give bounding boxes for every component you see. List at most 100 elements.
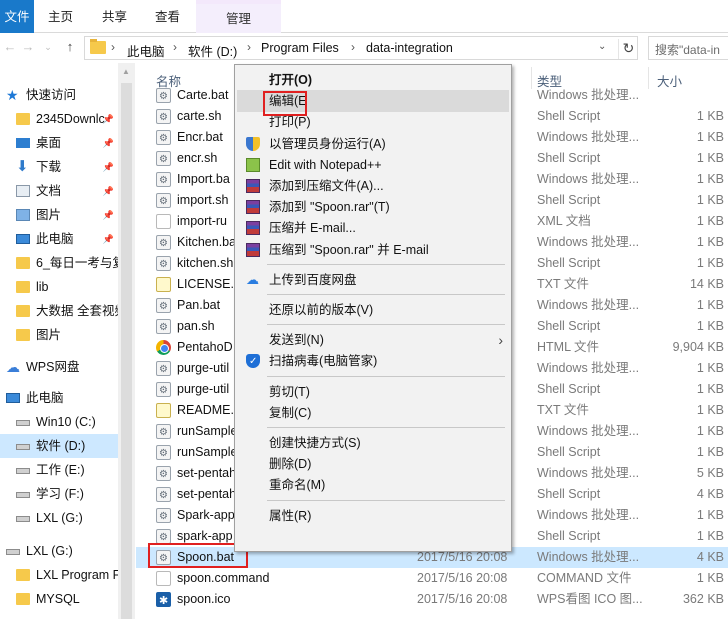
file-type: Shell Script	[537, 445, 601, 459]
nav-item[interactable]: MYSQL	[0, 587, 118, 611]
nav-item[interactable]: ★ 快速访问	[0, 83, 118, 107]
batch-file-icon	[156, 128, 171, 149]
chevron-right-icon[interactable]: ›	[111, 40, 115, 54]
scrollbar-thumb[interactable]	[121, 83, 132, 619]
menu-item[interactable]: 重命名(M)	[237, 474, 509, 496]
nav-item-label: 工作 (E:)	[36, 463, 85, 477]
breadcrumb-drive-d[interactable]: 软件 (D:)	[188, 41, 237, 60]
file-type: Shell Script	[537, 151, 601, 165]
menu-item[interactable]: 复制(C)	[237, 402, 509, 424]
refresh-icon[interactable]: ↻	[618, 39, 638, 59]
nav-item[interactable]: LXL Program F	[0, 563, 118, 587]
nav-item[interactable]: 文档 📌	[0, 179, 118, 203]
menu-separator	[267, 294, 505, 295]
nav-item[interactable]: 大数据 全套视频	[0, 299, 118, 323]
navigation-bar: ← → ⌄ ↑ › 此电脑 › 软件 (D:) › Program Files …	[0, 33, 728, 63]
nav-item[interactable]: 桌面 📌	[0, 131, 118, 155]
menu-item[interactable]: 属性(R)	[237, 505, 509, 527]
batch-file-icon	[156, 107, 171, 128]
pin-icon: 📌	[102, 162, 114, 172]
menu-item-label: 发送到(N)	[269, 333, 324, 348]
nav-item-label: LXL Program F	[36, 568, 118, 582]
nav-item[interactable]: ☁ WPS网盘	[0, 355, 118, 379]
menu-item[interactable]: Edit with Notepad++	[237, 154, 509, 176]
menu-item[interactable]: ☁ 上传到百度网盘	[237, 269, 509, 291]
menu-item[interactable]: 以管理员身份运行(A)	[237, 133, 509, 155]
address-bar[interactable]: › 此电脑 › 软件 (D:) › Program Files › data-i…	[84, 36, 638, 60]
chevron-right-icon[interactable]: ›	[173, 40, 177, 54]
file-row[interactable]: spoon.command 2017/5/16 20:08 COMMAND 文件 1 …	[136, 568, 728, 589]
document-icon	[156, 571, 171, 586]
menu-item[interactable]: 剪切(T)	[237, 381, 509, 403]
tab-file[interactable]: 文件	[0, 0, 34, 33]
nav-item[interactable]: Win10 (C:)	[0, 410, 118, 434]
menu-item[interactable]: 压缩并 E-mail...	[237, 217, 509, 239]
batch-file-icon	[156, 233, 171, 254]
menu-item-label: 属性(R)	[269, 508, 312, 523]
cloud-icon: ☁	[6, 359, 20, 375]
batch-file-icon	[156, 527, 171, 548]
menu-item[interactable]: 打开(O)	[237, 69, 509, 91]
chevron-right-icon[interactable]: ›	[247, 40, 251, 54]
nav-item-label: 快速访问	[26, 88, 77, 102]
chevron-right-icon[interactable]: ›	[351, 40, 355, 54]
nav-item[interactable]: LXL (G:)	[0, 506, 118, 530]
breadcrumb-this-pc[interactable]: 此电脑	[127, 41, 165, 60]
recent-dropdown-icon[interactable]: ⌄	[40, 39, 56, 55]
file-date: 2017/5/16 20:08	[417, 592, 508, 606]
up-icon[interactable]: ↑	[62, 39, 78, 55]
menu-item[interactable]: 压缩到 "Spoon.rar" 并 E-mail	[237, 239, 509, 261]
pin-icon: 📌	[102, 138, 114, 148]
drive-icon	[16, 492, 30, 498]
nav-item[interactable]: 工作 (E:)	[0, 458, 118, 482]
file-size: 1 KB	[696, 361, 724, 375]
address-dropdown-icon[interactable]: ⌄	[598, 41, 606, 52]
menu-item-label: 以管理员身份运行(A)	[269, 136, 386, 151]
tab-view[interactable]: 查看	[155, 0, 180, 33]
file-row[interactable]: spoon.ico 2017/5/16 20:08 WPS看图 ICO 图... 36…	[136, 589, 728, 612]
menu-item-label: Edit with Notepad++	[269, 157, 382, 172]
nav-scrollbar[interactable]: ▲	[118, 63, 135, 619]
nav-item[interactable]: 此电脑	[0, 386, 118, 410]
file-name: purge-util	[177, 361, 230, 375]
breadcrumb-program-files[interactable]: Program Files	[261, 41, 339, 55]
tab-home[interactable]: 主页	[48, 0, 73, 33]
menu-item[interactable]: 添加到 "Spoon.rar"(T)	[237, 196, 509, 218]
nav-item[interactable]: 2345Downlc 📌	[0, 107, 118, 131]
nav-item[interactable]: 学习 (F:)	[0, 482, 118, 506]
nav-item[interactable]: lib	[0, 275, 118, 299]
tab-manage[interactable]: 管理	[196, 0, 281, 33]
nav-item[interactable]: 图片	[0, 323, 118, 347]
search-input[interactable]: 搜索"data-in	[648, 36, 728, 60]
nav-item[interactable]: ⬇ 下载 📌	[0, 155, 118, 179]
menu-item[interactable]: 发送到(N) ›	[237, 329, 509, 351]
menu-item[interactable]: 删除(D)	[237, 453, 509, 475]
nav-item[interactable]: 软件 (D:)	[0, 434, 118, 458]
pin-icon: 📌	[102, 114, 114, 124]
menu-item[interactable]: 还原以前的版本(V)	[237, 299, 509, 321]
scroll-up-icon[interactable]: ▲	[122, 67, 130, 76]
breadcrumb-data-integration[interactable]: data-integration	[366, 41, 453, 55]
file-size: 1 KB	[696, 256, 724, 270]
nav-item-label: LXL (G:)	[26, 544, 73, 558]
back-icon[interactable]: ←	[2, 39, 18, 55]
nav-item-label: 大数据 全套视频	[36, 304, 118, 318]
nav-item[interactable]: 此电脑 📌	[0, 227, 118, 251]
forward-icon[interactable]: →	[20, 39, 36, 55]
menu-item[interactable]: 扫描病毒(电脑管家)	[237, 350, 509, 373]
file-type: TXT 文件	[537, 277, 589, 291]
file-type: Windows 批处理...	[537, 361, 640, 375]
document-icon	[156, 214, 171, 229]
file-size: 14 KB	[689, 277, 724, 291]
nav-item[interactable]: 图片 📌	[0, 203, 118, 227]
nav-item[interactable]: 6_每日一考与复	[0, 251, 118, 275]
navigation-pane: ★ 快速访问 2345Downlc 📌 桌面 📌 ⬇ 下载 📌 文档 📌 图片 📌 此电脑 📌 6_每日一考与…	[0, 63, 118, 619]
file-name: Carte.bat	[177, 88, 229, 102]
tab-share[interactable]: 共享	[102, 0, 127, 33]
nav-item[interactable]: LXL (G:)	[0, 539, 118, 563]
menu-item[interactable]: 创建快捷方式(S)	[237, 432, 509, 454]
batch-file-icon	[156, 422, 171, 443]
document-icon	[16, 185, 30, 197]
batch-file-icon	[156, 86, 171, 107]
menu-item[interactable]: 添加到压缩文件(A)...	[237, 175, 509, 197]
